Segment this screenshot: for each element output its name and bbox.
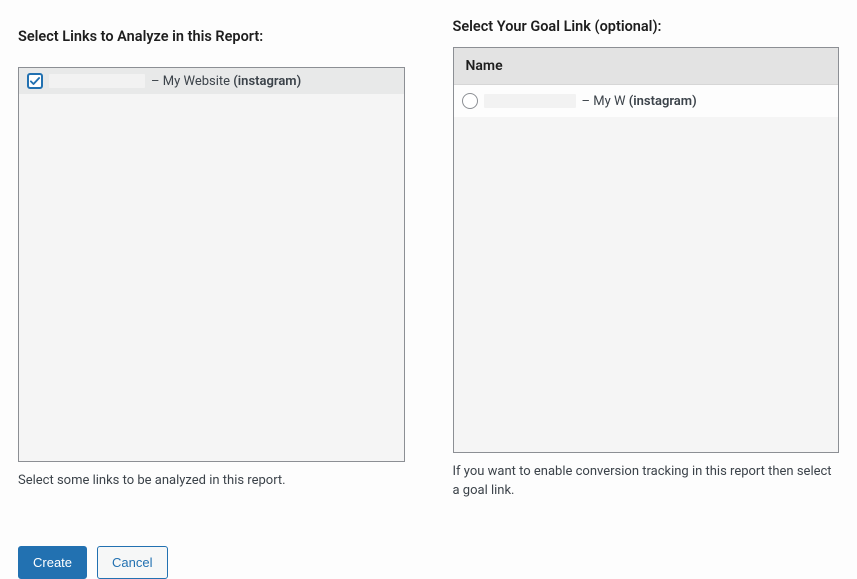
links-analyze-helper: Select some links to be analyzed in this… (18, 472, 405, 491)
goal-link-list: Name – My W (instagram) (453, 47, 840, 453)
redacted-text (49, 74, 145, 88)
goal-link-heading: Select Your Goal Link (optional): (453, 18, 840, 35)
goal-link-helper: If you want to enable conversion trackin… (453, 463, 840, 501)
goal-link-header: Name (454, 48, 839, 85)
goal-link-section: Select Your Goal Link (optional): Name –… (453, 18, 840, 501)
redacted-text (484, 94, 576, 108)
list-item[interactable]: – My W (instagram) (454, 85, 839, 117)
list-item[interactable]: – My Website (instagram) (19, 68, 404, 94)
cancel-button[interactable]: Cancel (97, 546, 167, 579)
goal-label: – My W (instagram) (582, 94, 697, 109)
create-button[interactable]: Create (18, 546, 87, 579)
link-label: – My Website (instagram) (151, 74, 301, 89)
radio-icon[interactable] (462, 93, 478, 109)
checkbox-icon[interactable] (27, 73, 43, 89)
links-analyze-heading: Select Links to Analyze in this Report: (18, 28, 405, 45)
form-actions: Create Cancel (18, 546, 839, 579)
links-analyze-section: Select Links to Analyze in this Report: … (18, 28, 405, 501)
links-analyze-list: – My Website (instagram) (18, 67, 405, 462)
